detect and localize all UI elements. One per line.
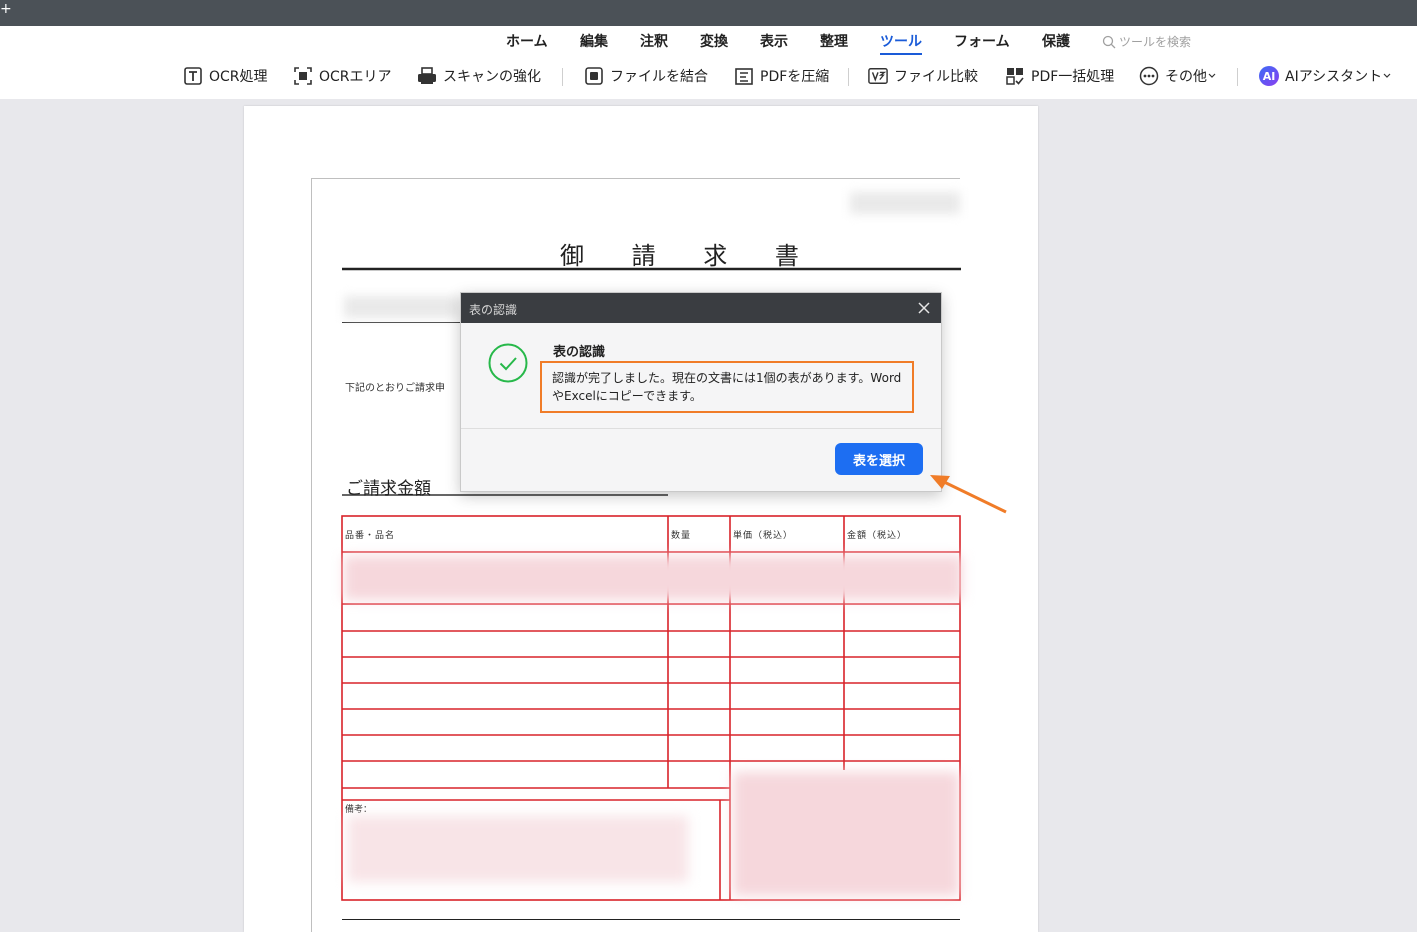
ocr-area-button[interactable]: OCRエリア: [293, 65, 392, 87]
success-check-icon: [488, 343, 528, 383]
menu-form[interactable]: フォーム: [954, 32, 1010, 52]
dialog-divider: [461, 428, 941, 429]
toolbar-divider: [848, 68, 849, 86]
document-title: 御 請 求 書: [560, 242, 819, 270]
menu-view[interactable]: 表示: [760, 32, 788, 52]
redacted-remarks: [348, 816, 688, 882]
batch-icon: [1005, 66, 1025, 86]
table-header-unit-price: 単価（税込）: [733, 531, 794, 541]
menu-tools[interactable]: ツール: [880, 32, 922, 55]
annotation-arrow-icon: [930, 475, 1007, 514]
combine-button[interactable]: ファイルを結合: [584, 65, 708, 87]
compress-icon: [734, 66, 754, 86]
ocr-label: OCR処理: [209, 69, 268, 85]
toolbar-divider: [562, 68, 563, 86]
ai-assistant-button[interactable]: AI AIアシスタント: [1259, 65, 1391, 87]
search-placeholder: ツールを検索: [1119, 35, 1192, 49]
ocr-icon: [183, 66, 203, 86]
chevron-down-icon: [1383, 73, 1391, 78]
redacted-table-row: [344, 556, 962, 600]
dialog-window-title: 表の認識: [469, 303, 518, 317]
ocr-area-label: OCRエリア: [319, 69, 392, 85]
ocr-button[interactable]: OCR処理: [183, 65, 268, 87]
ai-icon: AI: [1259, 66, 1279, 86]
ai-assistant-label: AIアシスタント: [1285, 69, 1383, 85]
chevron-down-icon: [1208, 73, 1216, 78]
redacted-date: [850, 192, 960, 214]
combine-icon: [584, 66, 604, 86]
batch-button[interactable]: PDF一括処理: [1005, 65, 1114, 87]
menu-home[interactable]: ホーム: [506, 32, 548, 52]
table-header-amount: 金額（税込）: [847, 531, 908, 541]
table-header-item: 品番・品名: [345, 531, 396, 541]
menu-protect[interactable]: 保護: [1042, 32, 1070, 52]
table-header-qty: 数量: [671, 531, 692, 541]
new-tab-button[interactable]: +: [0, 0, 12, 18]
batch-label: PDF一括処理: [1031, 69, 1115, 85]
tool-search[interactable]: ツールを検索: [1102, 33, 1191, 50]
close-icon[interactable]: [917, 301, 931, 315]
search-icon: [1102, 35, 1116, 48]
compare-button[interactable]: ファイル比較: [868, 65, 978, 87]
dialog-message: 認識が完了しました。現在の文書には1個の表があります。WordやExcelにコピ…: [540, 361, 914, 413]
amount-label: ご請求金額: [346, 479, 431, 499]
more-icon: [1139, 66, 1159, 86]
compare-label: ファイル比較: [894, 69, 978, 85]
select-table-button[interactable]: 表を選択: [835, 443, 923, 475]
more-label: その他: [1165, 69, 1207, 85]
more-button[interactable]: その他: [1139, 65, 1216, 87]
menu-organize[interactable]: 整理: [820, 32, 848, 52]
redacted-customer: [344, 296, 459, 318]
table-recognition-dialog: 表の認識 表の認識 認識が完了しました。現在の文書には1個の表があります。Wor…: [460, 292, 942, 492]
menu-edit[interactable]: 編集: [580, 32, 608, 52]
title-bar: +: [0, 0, 1417, 26]
document-intro: 下記のとおりご請求申: [345, 383, 445, 394]
redacted-totals: [733, 772, 959, 896]
compress-label: PDFを圧縮: [760, 69, 830, 85]
menu-annotate[interactable]: 注釈: [640, 32, 668, 52]
scan-enhance-label: スキャンの強化: [443, 69, 541, 85]
scanner-icon: [417, 66, 437, 86]
menu-convert[interactable]: 変換: [700, 32, 728, 52]
toolbar-divider: [1237, 68, 1238, 86]
dialog-header: 表の認識: [461, 293, 941, 323]
ribbon: ホーム 編集 注釈 変換 表示 整理 ツール フォーム 保護 ツールを検索 OC…: [0, 26, 1417, 99]
scan-enhance-button[interactable]: スキャンの強化: [417, 65, 541, 87]
combine-label: ファイルを結合: [610, 69, 708, 85]
remarks-label: 備考：: [345, 805, 373, 815]
ocr-area-icon: [293, 66, 313, 86]
dialog-heading: 表の認識: [553, 345, 606, 360]
compress-button[interactable]: PDFを圧縮: [734, 65, 829, 87]
compare-icon: [868, 66, 888, 86]
